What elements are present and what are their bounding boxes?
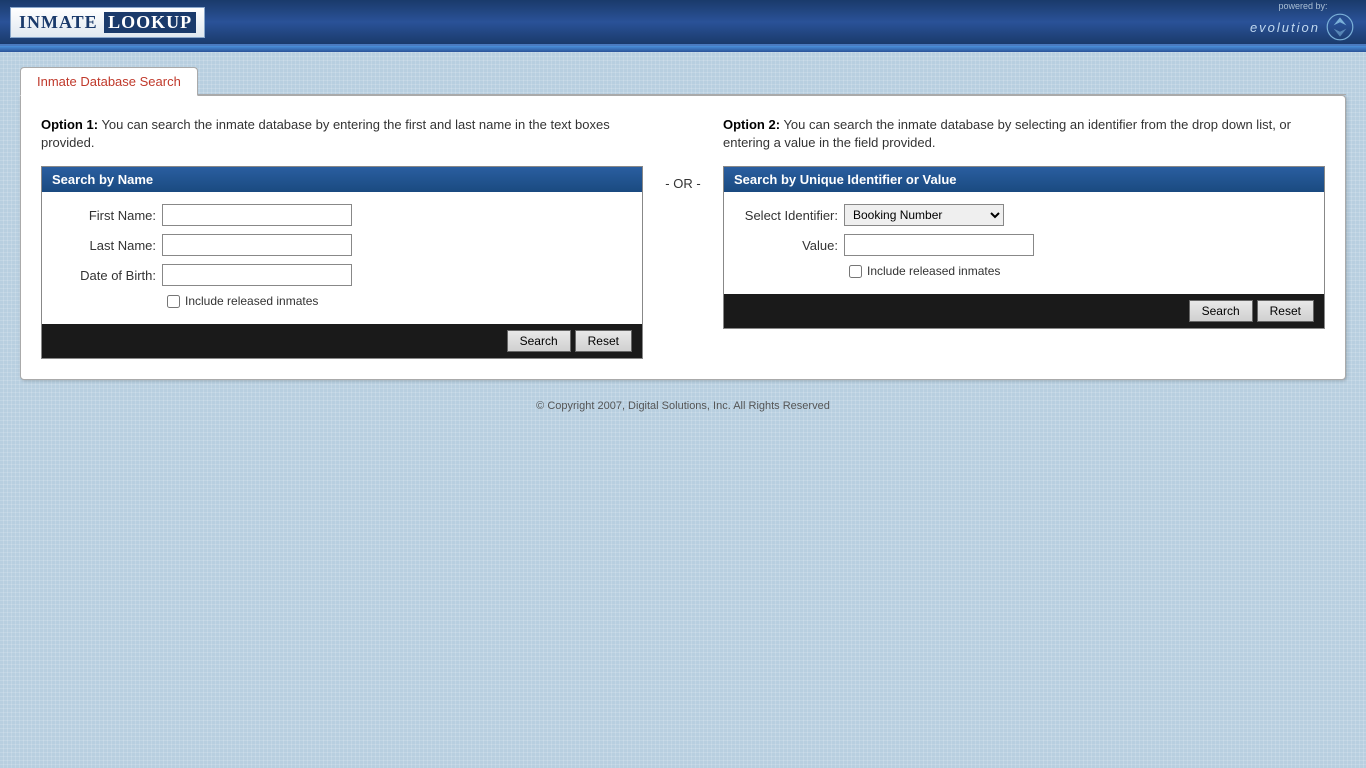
header: INMATE LOOKUP powered by: evolution [0,0,1366,46]
value-label: Value: [734,238,844,253]
option-divider: - OR - [643,116,723,191]
identifier-select[interactable]: Booking Number SSN SID Number State ID F… [844,204,1004,226]
tab-label: Inmate Database Search [37,74,181,89]
tab-inmate-database-search[interactable]: Inmate Database Search [20,67,198,96]
dob-input[interactable] [162,264,352,286]
logo-container: INMATE LOOKUP [10,7,205,38]
search-by-id-box: Search by Unique Identifier or Value Sel… [723,166,1325,329]
include-released-checkbox[interactable] [167,295,180,308]
name-search-button[interactable]: Search [507,330,571,352]
include-released-checkbox-2[interactable] [849,265,862,278]
last-name-row: Last Name: [52,234,632,256]
include-released-row: Include released inmates [52,294,632,308]
last-name-input[interactable] [162,234,352,256]
evolution-logo: evolution [1250,11,1356,43]
id-search-button[interactable]: Search [1189,300,1253,322]
option1-text: Option 1: You can search the inmate data… [41,116,643,152]
powered-by-label: powered by: [1250,1,1356,11]
or-divider-text: - OR - [665,176,700,191]
copyright-text: © Copyright 2007, Digital Solutions, Inc… [536,400,830,412]
logo-inmate: INMATE [19,12,98,33]
first-name-input[interactable] [162,204,352,226]
include-released-row-2: Include released inmates [734,264,1314,278]
value-input[interactable] [844,234,1034,256]
option1-section: Option 1: You can search the inmate data… [41,116,643,359]
include-released-label-2: Include released inmates [867,264,1000,278]
option2-description: You can search the inmate database by se… [723,117,1291,150]
option2-section: Option 2: You can search the inmate data… [723,116,1325,329]
name-reset-button[interactable]: Reset [575,330,632,352]
evolution-label: evolution [1250,20,1320,35]
search-by-id-header: Search by Unique Identifier or Value [724,167,1324,192]
powered-by-container: powered by: evolution [1250,1,1356,43]
search-by-name-box: Search by Name First Name: Last Name: [41,166,643,359]
first-name-row: First Name: [52,204,632,226]
logo-lookup: LOOKUP [104,12,196,33]
select-identifier-label: Select Identifier: [734,208,844,223]
evolution-text-label: evolution [1250,20,1320,35]
id-reset-button[interactable]: Reset [1257,300,1314,322]
first-name-label: First Name: [52,208,162,223]
search-by-name-body: First Name: Last Name: Date of Birth: [42,192,642,324]
dob-label: Date of Birth: [52,268,162,283]
evolution-icon [1324,11,1356,43]
tab-panel: Option 1: You can search the inmate data… [20,95,1346,380]
options-container: Option 1: You can search the inmate data… [41,116,1325,359]
value-row: Value: [734,234,1314,256]
tab-filler [198,67,1346,95]
search-by-id-body: Select Identifier: Booking Number SSN SI… [724,192,1324,294]
option2-label: Option 2: [723,117,780,132]
dob-row: Date of Birth: [52,264,632,286]
main-content: Inmate Database Search Option 1: You can… [0,52,1366,447]
tab-header: Inmate Database Search [20,67,1346,95]
search-by-id-footer: Search Reset [724,294,1324,328]
footer: © Copyright 2007, Digital Solutions, Inc… [20,380,1346,432]
last-name-label: Last Name: [52,238,162,253]
panel-content: Option 1: You can search the inmate data… [21,96,1345,379]
option1-label: Option 1: [41,117,98,132]
option1-description: You can search the inmate database by en… [41,117,610,150]
select-identifier-row: Select Identifier: Booking Number SSN SI… [734,204,1314,226]
include-released-label: Include released inmates [185,294,318,308]
search-by-name-footer: Search Reset [42,324,642,358]
logo-box: INMATE LOOKUP [10,7,205,38]
search-by-name-header: Search by Name [42,167,642,192]
option2-text: Option 2: You can search the inmate data… [723,116,1325,152]
